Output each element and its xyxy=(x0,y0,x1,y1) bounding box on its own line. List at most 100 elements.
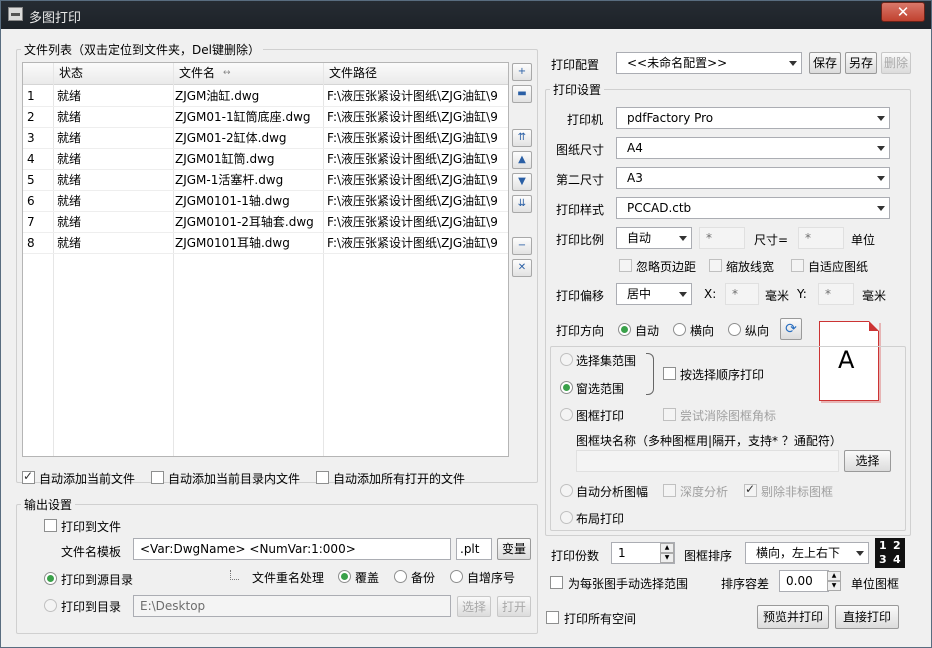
table-row[interactable]: 3 就绪 ZJGM01-2缸体.dwg F:\液压张紧设计图纸\ZJG油缸\9 xyxy=(23,128,508,149)
select-block-button[interactable]: 选择 xyxy=(844,450,891,472)
table-row[interactable]: 4 就绪 ZJGM01缸筒.dwg F:\液压张紧设计图纸\ZJG油缸\9 xyxy=(23,149,508,170)
remove-nonstd-label: 剔除非标图框 xyxy=(761,485,834,499)
window-range-radio[interactable] xyxy=(560,381,573,394)
sort-value: 横向，左上右下 xyxy=(756,546,841,560)
print-to-dir-radio[interactable] xyxy=(44,599,57,612)
save-as-config-button[interactable]: 另存 xyxy=(845,52,877,74)
scale-select[interactable]: 自动 xyxy=(616,227,692,249)
deep-analyze-checkbox[interactable] xyxy=(663,484,676,497)
chevron-down-icon xyxy=(679,292,687,297)
block-name-input[interactable] xyxy=(576,450,839,472)
unit-label: 单位 xyxy=(851,233,876,247)
orient-portrait-radio[interactable] xyxy=(728,323,741,336)
plot-style-select[interactable]: PCCAD.ctb xyxy=(616,197,890,219)
tolerance-label: 排序容差 xyxy=(721,577,770,591)
row-number: 7 xyxy=(27,215,35,229)
add-file-icon[interactable]: + xyxy=(512,63,532,81)
rotate-icon[interactable]: ⟳ xyxy=(780,318,802,340)
preview-print-button[interactable]: 预览并打印 xyxy=(757,605,829,629)
spin-up-icon[interactable]: ▲ xyxy=(660,543,674,553)
file-table[interactable]: 状态 文件名 ↔ 文件路径 1 就绪 ZJGM油缸.dwg F:\液压张紧设计图纸\Z… xyxy=(22,62,509,457)
config-select[interactable]: <<未命名配置>> xyxy=(616,52,802,74)
auto-add-dir-checkbox[interactable] xyxy=(151,471,164,484)
range-brace xyxy=(646,353,654,395)
ignore-margin-label: 忽略页边距 xyxy=(636,260,697,274)
open-dir-button[interactable]: 打开 xyxy=(497,596,531,617)
extension-input[interactable]: .plt xyxy=(456,538,492,560)
row-status: 就绪 xyxy=(57,194,82,208)
remove-nonstd-checkbox[interactable] xyxy=(744,482,757,497)
select-dir-button[interactable]: 选择 xyxy=(457,596,491,617)
clear-list-icon[interactable]: ✕ xyxy=(512,259,532,277)
row-filename: ZJGM0101-1轴.dwg xyxy=(175,194,290,208)
auto-analyze-label: 自动分析图幅 xyxy=(576,485,649,499)
auto-add-current-checkbox[interactable] xyxy=(22,469,35,484)
scale-input[interactable]: * xyxy=(699,227,745,249)
col-filename[interactable]: 文件名 xyxy=(179,63,215,84)
table-row[interactable]: 8 就绪 ZJGM0101耳轴.dwg F:\液压张紧设计图纸\ZJG油缸\9 xyxy=(23,233,508,254)
row-status: 就绪 xyxy=(57,131,82,145)
orientation-label: 打印方向 xyxy=(556,324,605,338)
offset-select[interactable]: 居中 xyxy=(616,283,692,305)
move-bottom-icon[interactable]: ⇊ xyxy=(512,195,532,213)
scale-lineweight-checkbox[interactable] xyxy=(709,259,722,272)
chevron-down-icon xyxy=(877,206,885,211)
dir-input[interactable]: E:\Desktop xyxy=(133,595,451,617)
auto-increment-radio[interactable] xyxy=(450,570,463,583)
y-input[interactable]: * xyxy=(818,283,854,305)
orient-landscape-radio[interactable] xyxy=(673,323,686,336)
spin-down-icon[interactable]: ▼ xyxy=(660,553,674,563)
ignore-margin-checkbox[interactable] xyxy=(619,259,632,272)
delete-config-button[interactable]: 删除 xyxy=(881,52,911,74)
tolerance-up-icon[interactable]: ▲ xyxy=(827,571,841,581)
tolerance-input[interactable]: 0.00 xyxy=(779,570,829,592)
fit-paper-checkbox[interactable] xyxy=(791,259,804,272)
col-path[interactable]: 文件路径 xyxy=(329,63,377,84)
table-row[interactable]: 2 就绪 ZJGM01-1缸筒底座.dwg F:\液压张紧设计图纸\ZJG油缸\9 xyxy=(23,107,508,128)
printer-icon xyxy=(8,7,23,21)
layout-print-radio[interactable] xyxy=(560,511,573,524)
remove-corner-checkbox[interactable] xyxy=(663,408,676,421)
tolerance-down-icon[interactable]: ▼ xyxy=(827,581,841,591)
backup-radio[interactable] xyxy=(394,570,407,583)
table-row[interactable]: 6 就绪 ZJGM0101-1轴.dwg F:\液压张紧设计图纸\ZJG油缸\9 xyxy=(23,191,508,212)
block-name-label: 图框块名称（多种图框用|隔开，支持* ？通配符） xyxy=(576,434,842,448)
variable-button[interactable]: 变量 xyxy=(497,538,531,560)
sort-select[interactable]: 横向，左上右下 xyxy=(745,542,869,564)
col-status[interactable]: 状态 xyxy=(59,63,83,84)
size-input[interactable]: * xyxy=(798,227,844,249)
by-order-checkbox[interactable] xyxy=(663,367,676,380)
printer-select[interactable]: pdfFactory Pro xyxy=(616,107,890,129)
second-size-select[interactable]: A3 xyxy=(616,167,890,189)
save-config-button[interactable]: 保存 xyxy=(809,52,841,74)
x-input[interactable]: * xyxy=(725,283,759,305)
remove-selected-icon[interactable]: − xyxy=(512,237,532,255)
manual-range-checkbox[interactable] xyxy=(550,576,563,589)
print-all-space-checkbox[interactable] xyxy=(546,611,559,624)
table-row[interactable]: 1 就绪 ZJGM油缸.dwg F:\液压张紧设计图纸\ZJG油缸\9 xyxy=(23,86,508,107)
table-row[interactable]: 5 就绪 ZJGM-1活塞杆.dwg F:\液压张紧设计图纸\ZJG油缸\9 xyxy=(23,170,508,191)
window-range-label: 窗选范围 xyxy=(576,382,625,396)
auto-analyze-radio[interactable] xyxy=(560,484,573,497)
move-down-icon[interactable]: ▼ xyxy=(512,173,532,191)
table-row[interactable]: 7 就绪 ZJGM0101-2耳轴套.dwg F:\液压张紧设计图纸\ZJG油缸\9 xyxy=(23,212,508,233)
auto-add-open-checkbox[interactable] xyxy=(316,471,329,484)
offset-value: 居中 xyxy=(627,287,652,301)
print-to-source-radio[interactable] xyxy=(44,572,57,585)
move-top-icon[interactable]: ⇈ xyxy=(512,129,532,147)
close-button[interactable]: ✕ xyxy=(881,2,925,22)
y-label: Y: xyxy=(797,287,807,301)
row-status: 就绪 xyxy=(57,215,82,229)
printer-label: 打印机 xyxy=(567,113,604,127)
paper-size-select[interactable]: A4 xyxy=(616,137,890,159)
filename-template-input[interactable]: <Var:DwgName> <NumVar:1:000> xyxy=(133,538,451,560)
direct-print-button[interactable]: 直接打印 xyxy=(835,605,899,629)
remove-file-icon[interactable]: ▬ xyxy=(512,85,532,103)
orient-auto-radio[interactable] xyxy=(618,323,631,336)
row-number: 1 xyxy=(27,89,35,103)
overwrite-radio[interactable] xyxy=(338,570,351,583)
move-up-icon[interactable]: ▲ xyxy=(512,151,532,169)
print-to-file-checkbox[interactable] xyxy=(44,519,57,532)
select-set-radio[interactable] xyxy=(560,353,573,366)
frame-print-radio[interactable] xyxy=(560,408,573,421)
